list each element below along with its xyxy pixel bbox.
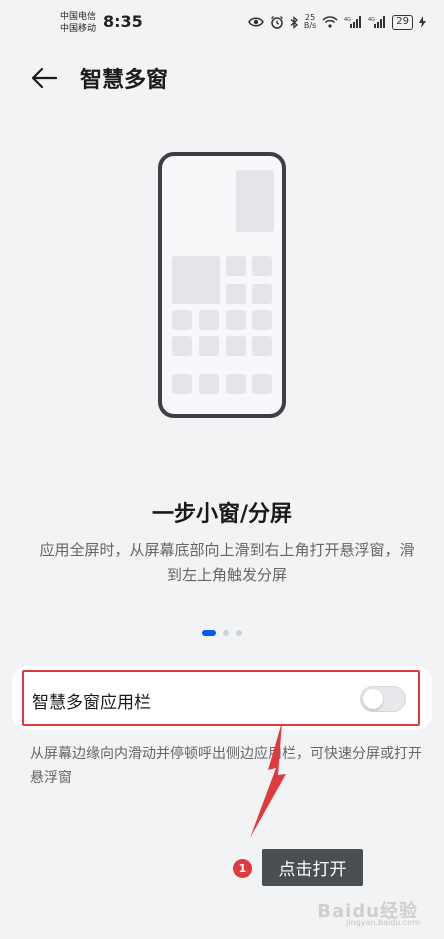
app-tile xyxy=(226,256,246,276)
alarm-icon xyxy=(270,15,284,29)
watermark-url: jingyan.baidu.com xyxy=(346,918,420,927)
signal-1-label: 4G xyxy=(344,17,351,23)
app-tile xyxy=(172,336,192,356)
setting-description: 从屏幕边缘向内滑动并停顿呼出侧边应用栏，可快速分屏或打开悬浮窗 xyxy=(30,746,422,786)
app-tile xyxy=(199,336,219,356)
page-dot[interactable] xyxy=(236,630,242,636)
carrier-info: 中国电信 中国移动 xyxy=(60,11,96,35)
page-title: 智慧多窗 xyxy=(80,68,169,93)
signal-1-icon: 4G xyxy=(344,16,362,28)
back-arrow-icon xyxy=(31,67,57,89)
carrier-2: 中国移动 xyxy=(60,24,97,34)
status-bar: 中国电信 中国移动 8:35 25 B/s 4G 4G 29 xyxy=(0,0,444,44)
bluetooth-icon xyxy=(290,15,298,29)
app-tile xyxy=(252,310,272,330)
app-tile xyxy=(226,284,246,304)
app-tile xyxy=(252,256,272,276)
status-icons: 25 B/s 4G 4G 29 xyxy=(248,14,426,30)
dock-tile xyxy=(226,374,246,394)
app-tile xyxy=(252,336,272,356)
page-dot-active[interactable] xyxy=(202,630,216,636)
app-tile xyxy=(252,284,272,304)
charging-icon xyxy=(419,16,426,28)
app-tile xyxy=(199,310,219,330)
floating-window-tile xyxy=(236,170,274,232)
signal-2-label: 4G xyxy=(368,17,375,23)
eye-icon xyxy=(248,16,264,28)
app-tile xyxy=(226,310,246,330)
carrier-1: 中国电信 xyxy=(60,12,97,22)
battery-indicator: 29 xyxy=(392,14,413,30)
app-tile-large xyxy=(172,256,220,304)
signal-2-icon: 4G xyxy=(368,16,386,28)
app-header: 智慧多窗 xyxy=(0,52,444,102)
app-tile xyxy=(172,310,192,330)
feature-title: 一步小窗/分屏 xyxy=(151,502,293,527)
step-number-badge: 1 xyxy=(233,859,252,878)
status-time: 8:35 xyxy=(103,12,143,31)
dock-tile xyxy=(172,374,192,394)
feature-description: 应用全屏时，从屏幕底部向上滑到右上角打开悬浮窗，滑到左上角触发分屏 xyxy=(39,541,415,584)
wifi-icon xyxy=(322,16,338,28)
network-speed: 25 B/s xyxy=(304,14,316,30)
dock-tile xyxy=(252,374,272,394)
page-dot[interactable] xyxy=(223,630,229,636)
network-speed-unit: B/s xyxy=(303,21,317,30)
highlight-box xyxy=(22,670,420,726)
back-button[interactable] xyxy=(26,60,62,96)
annotation-tooltip: 点击打开 xyxy=(262,849,363,886)
app-tile xyxy=(226,336,246,356)
annotation-arrow xyxy=(250,722,286,838)
dock-tile xyxy=(199,374,219,394)
phone-illustration xyxy=(158,152,286,418)
page-indicator[interactable] xyxy=(0,630,444,636)
